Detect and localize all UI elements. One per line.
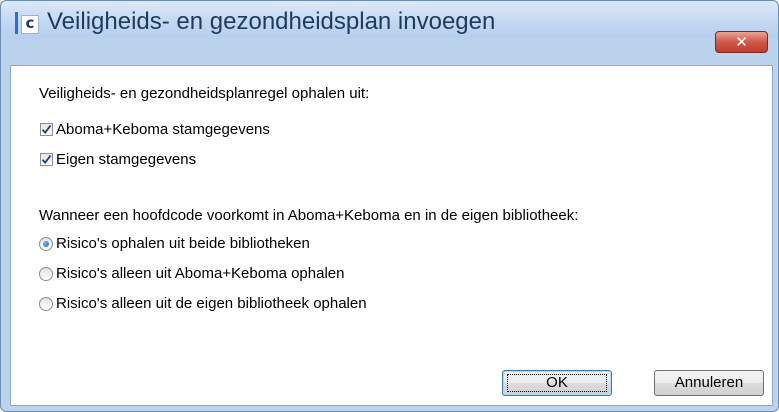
title-bar[interactable]: c Veiligheids- en gezondheidsplan invoeg…: [1, 1, 778, 39]
conflict-heading: Wanneer een hoofdcode voorkomt in Aboma+…: [39, 207, 579, 224]
cancel-button-label: Annuleren: [674, 374, 744, 391]
app-icon-letter: c: [21, 15, 39, 34]
dialog-body: Veiligheids- en gezondheidsplanregel oph…: [10, 65, 773, 406]
dialog-title: Veiligheids- en gezondheidsplan invoegen: [47, 8, 496, 35]
radio-own-library-only[interactable]: [39, 297, 53, 311]
dialog-window: c Veiligheids- en gezondheidsplan invoeg…: [0, 0, 779, 412]
ok-button[interactable]: OK: [502, 370, 612, 396]
app-icon: c: [15, 12, 39, 34]
radio-own-library-only-label[interactable]: Risico's alleen uit de eigen bibliotheek…: [56, 295, 367, 313]
app-icon-bar: [15, 12, 18, 34]
checkmark-icon: [41, 154, 52, 164]
radio-aboma-keboma-only[interactable]: [39, 267, 53, 281]
cancel-button[interactable]: Annuleren: [654, 370, 764, 396]
checkmark-icon: [41, 124, 52, 134]
checkbox-aboma-keboma-label[interactable]: Aboma+Keboma stamgegevens: [56, 121, 270, 139]
checkbox-aboma-keboma[interactable]: [40, 123, 53, 136]
radio-both-libraries[interactable]: [39, 237, 53, 251]
close-button[interactable]: ✕: [715, 31, 768, 53]
checkbox-eigen-stamgegevens-label[interactable]: Eigen stamgegevens: [56, 151, 196, 169]
checkbox-eigen-stamgegevens[interactable]: [40, 153, 53, 166]
close-icon: ✕: [735, 33, 748, 51]
radio-aboma-keboma-only-label[interactable]: Risico's alleen uit Aboma+Keboma ophalen: [56, 265, 344, 283]
fetch-heading: Veiligheids- en gezondheidsplanregel oph…: [39, 85, 370, 102]
focus-rectangle: [507, 374, 607, 392]
radio-both-libraries-label[interactable]: Risico's ophalen uit beide bibliotheken: [56, 235, 310, 253]
